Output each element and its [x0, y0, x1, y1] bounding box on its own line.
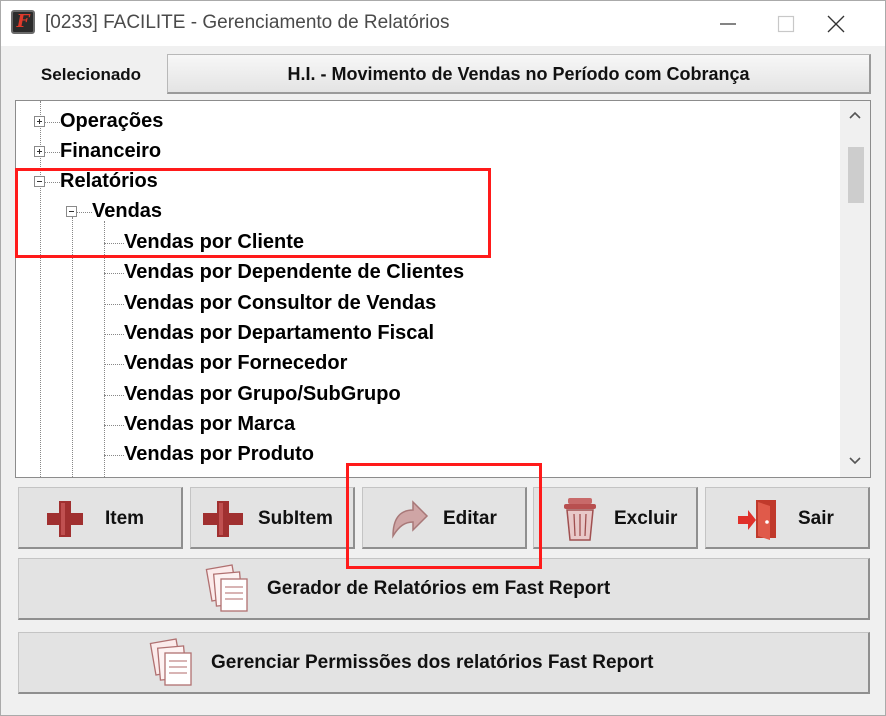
scroll-thumb[interactable]: [848, 147, 864, 203]
exit-door-icon: [738, 500, 776, 540]
documents-icon: [205, 564, 248, 612]
tree-leaf-vendas-por-grupo[interactable]: Vendas por Grupo/SubGrupo: [124, 379, 401, 409]
tree-leaf-vendas-por-consultor[interactable]: Vendas por Consultor de Vendas: [124, 288, 436, 318]
plus-icon: [47, 501, 83, 537]
tree-connector: [40, 101, 41, 477]
selected-report-button[interactable]: H.I. - Movimento de Vendas no Período co…: [167, 54, 871, 94]
add-item-label: Item: [105, 508, 145, 529]
plus-icon: [203, 501, 243, 537]
collapse-toggle-vendas[interactable]: [66, 206, 77, 217]
exit-button[interactable]: Sair: [705, 487, 870, 549]
tree-leaf-vendas-por-marca[interactable]: Vendas por Marca: [124, 409, 295, 439]
add-subitem-label: SubItem: [258, 508, 333, 529]
chevron-up-icon: [849, 111, 861, 119]
close-button[interactable]: [806, 1, 866, 46]
tree-scrollbar[interactable]: [840, 101, 870, 477]
window-title: [0233] FACILITE - Gerenciamento de Relat…: [45, 12, 450, 33]
tree-node-financeiro[interactable]: Financeiro: [60, 136, 161, 166]
title-bar[interactable]: F [0233] FACILITE - Gerenciamento de Rel…: [1, 1, 885, 46]
tree-leaf-vendas-por-cliente[interactable]: Vendas por Cliente: [124, 227, 304, 257]
maximize-icon: [777, 15, 795, 33]
minimize-icon: [720, 23, 736, 25]
chevron-down-icon: [849, 457, 861, 465]
delete-button[interactable]: Excluir: [533, 487, 698, 549]
tree-node-operacoes[interactable]: Operações: [60, 106, 163, 136]
fast-report-generator-button[interactable]: Gerador de Relatórios em Fast Report: [18, 558, 870, 620]
add-subitem-button[interactable]: SubItem: [190, 487, 355, 549]
documents-icon: [149, 638, 192, 686]
delete-label: Excluir: [614, 508, 678, 529]
app-logo-icon: F: [11, 10, 35, 34]
tree-leaf-vendas-por-produto[interactable]: Vendas por Produto: [124, 439, 314, 469]
add-item-button[interactable]: Item: [18, 487, 183, 549]
tree-leaf-vendas-por-fornecedor[interactable]: Vendas por Fornecedor: [124, 348, 347, 378]
fast-report-generator-label: Gerador de Relatórios em Fast Report: [267, 578, 611, 599]
exit-label: Sair: [798, 508, 834, 529]
edit-arrow-icon: [392, 500, 429, 539]
scroll-up-button[interactable]: [840, 101, 870, 131]
tree-connector: [104, 221, 105, 477]
tree-connector: [72, 217, 73, 477]
tree-node-vendas[interactable]: Vendas: [92, 196, 162, 226]
trash-icon: [564, 498, 596, 541]
report-manager-window: F [0233] FACILITE - Gerenciamento de Rel…: [0, 0, 886, 716]
selected-label: Selecionado: [40, 65, 142, 84]
edit-button[interactable]: Editar: [362, 487, 527, 549]
edit-label: Editar: [443, 508, 497, 529]
fast-report-permissions-button[interactable]: Gerenciar Permissões dos relatórios Fast…: [18, 632, 870, 694]
expand-toggle-financeiro[interactable]: [34, 146, 45, 157]
scroll-down-button[interactable]: [840, 447, 870, 477]
report-tree[interactable]: Operações Financeiro Relatórios Vendas V…: [15, 100, 871, 478]
tree-leaf-vendas-por-departamento[interactable]: Vendas por Departamento Fiscal: [124, 318, 434, 348]
minimize-button[interactable]: [698, 1, 758, 46]
tree-leaf-vendas-por-dependente[interactable]: Vendas por Dependente de Clientes: [124, 257, 464, 287]
close-icon: [827, 15, 845, 33]
tree-node-relatorios[interactable]: Relatórios: [60, 166, 158, 196]
expand-toggle-operacoes[interactable]: [34, 116, 45, 127]
fast-report-permissions-label: Gerenciar Permissões dos relatórios Fast…: [211, 652, 654, 673]
collapse-toggle-relatorios[interactable]: [34, 176, 45, 187]
